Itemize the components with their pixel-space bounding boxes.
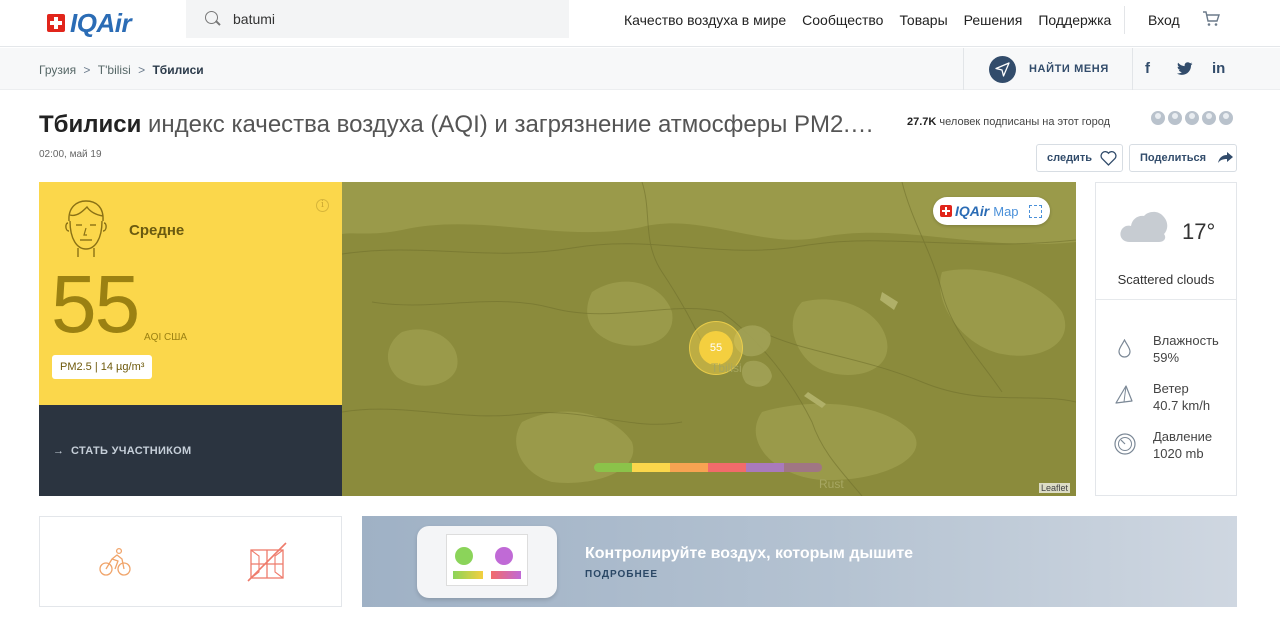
- avatar: [1150, 110, 1166, 126]
- weather-condition: Scattered clouds: [1117, 272, 1215, 287]
- become-contributor-label: СТАТЬ УЧАСТНИКОМ: [71, 445, 192, 457]
- swiss-flag-icon: [47, 14, 65, 32]
- aqi-card: Средне i 55 AQI США PM2.5 | 14 µg/m³: [39, 182, 342, 405]
- air-quality-map[interactable]: IQAir Map 55 Tbilisi Rust Leaflet: [342, 182, 1076, 496]
- humidity-value: 59%: [1153, 350, 1180, 365]
- pollutant-badge: PM2.5 | 14 µg/m³: [52, 355, 153, 379]
- info-icon[interactable]: i: [316, 199, 329, 212]
- follow-button[interactable]: следить: [1036, 144, 1123, 172]
- share-arrow-icon: [1218, 152, 1234, 163]
- avatar: [1167, 110, 1183, 126]
- humidity-label: Влажность: [1153, 333, 1219, 348]
- location-arrow-icon: [989, 55, 1016, 83]
- login-link[interactable]: Вход: [1148, 12, 1180, 28]
- wind-direction-icon: [1115, 385, 1133, 404]
- learn-more-link[interactable]: ПОДРОБНЕЕ: [585, 569, 658, 580]
- aqi-status: Средне: [129, 222, 185, 239]
- humidity-drop-icon: [1118, 339, 1131, 358]
- air-monitor-image: [417, 526, 557, 598]
- menu-item-community[interactable]: Сообщество: [802, 12, 883, 28]
- menu-item-world-air-quality[interactable]: Качество воздуха в мире: [624, 12, 786, 28]
- search-icon: [205, 11, 221, 27]
- find-me-button[interactable]: НАЙТИ МЕНЯ: [963, 48, 1133, 90]
- map-brand-suffix: Map: [993, 203, 1019, 219]
- leaflet-attribution[interactable]: Leaflet: [1039, 483, 1071, 493]
- become-contributor-link[interactable]: → СТАТЬ УЧАСТНИКОМ: [53, 445, 192, 457]
- weather-divider: [1096, 299, 1236, 300]
- breadcrumb-region[interactable]: T'bilisi: [98, 63, 131, 77]
- swiss-flag-icon: [940, 205, 952, 217]
- aqi-color-scale: [594, 463, 822, 472]
- aqi-scale-segment: [708, 463, 746, 472]
- main-menu: Качество воздуха в мире Сообщество Товар…: [624, 0, 1127, 40]
- followers-count: 27.7K человек подписаны на этот город: [907, 116, 1110, 128]
- weather-panel: 17° Scattered clouds Влажность 59% Ветер…: [1095, 182, 1237, 496]
- top-navigation: IQAir Качество воздуха в мире Сообщество…: [0, 0, 1280, 47]
- linkedin-icon[interactable]: in: [1212, 60, 1225, 77]
- facebook-icon[interactable]: f: [1145, 60, 1150, 77]
- aqi-scale-segment: [632, 463, 670, 472]
- avatar: [1184, 110, 1200, 126]
- map-city-label: Tbilisi: [711, 361, 742, 375]
- menu-item-support[interactable]: Поддержка: [1038, 12, 1111, 28]
- find-me-label: НАЙТИ МЕНЯ: [1029, 63, 1109, 75]
- search-box[interactable]: [186, 0, 569, 38]
- menu-item-products[interactable]: Товары: [899, 12, 947, 28]
- share-button[interactable]: Поделиться: [1129, 144, 1237, 172]
- monitor-screen: [446, 534, 528, 586]
- iqair-logo[interactable]: IQAir: [47, 7, 132, 38]
- promo-banner[interactable]: Контролируйте воздух, которым дышите ПОД…: [362, 516, 1237, 607]
- follower-avatars: [1150, 110, 1235, 126]
- pressure-value: 1020 mb: [1153, 446, 1204, 461]
- map-brand: IQAir: [955, 203, 990, 219]
- cloud-icon: [1118, 210, 1170, 244]
- page-title: Тбилиси индекс качества воздуха (AQI) и …: [39, 111, 881, 139]
- close-windows-icon[interactable]: [246, 541, 288, 583]
- health-recommendations: [39, 516, 342, 607]
- iqair-map-badge[interactable]: IQAir Map: [933, 197, 1050, 225]
- aqi-map-marker[interactable]: 55: [699, 331, 733, 365]
- page-title-rest: индекс качества воздуха (AQI) и загрязне…: [141, 111, 881, 138]
- aqi-scale-segment: [594, 463, 632, 472]
- wind-value: 40.7 km/h: [1153, 398, 1211, 413]
- face-icon: [63, 199, 109, 259]
- cycling-icon[interactable]: [99, 547, 131, 577]
- followers-text: человек подписаны на этот город: [939, 116, 1111, 128]
- heart-icon: [1100, 150, 1117, 166]
- promo-title: Контролируйте воздух, которым дышите: [585, 545, 914, 562]
- followers-number: 27.7K: [907, 116, 937, 128]
- pressure-label: Давление: [1153, 429, 1213, 444]
- wind-label: Ветер: [1153, 381, 1189, 396]
- aqi-scale-segment: [746, 463, 784, 472]
- avatar: [1218, 110, 1234, 126]
- breadcrumb-separator: >: [138, 63, 146, 77]
- twitter-icon[interactable]: [1177, 62, 1193, 76]
- aqi-scale-segment: [670, 463, 708, 472]
- breadcrumb: Грузия > T'bilisi > Тбилиси: [39, 63, 208, 77]
- aqi-scale-segment: [784, 463, 822, 472]
- share-label: Поделиться: [1140, 152, 1207, 164]
- logo-text: IQAir: [70, 7, 132, 38]
- aqi-unit: AQI США: [144, 332, 188, 343]
- menu-item-solutions[interactable]: Решения: [964, 12, 1023, 28]
- cart-icon[interactable]: [1202, 11, 1220, 27]
- breadcrumb-country[interactable]: Грузия: [39, 63, 76, 77]
- avatar: [1201, 110, 1217, 126]
- breadcrumb-city: Тбилиси: [152, 63, 204, 77]
- page-title-city: Тбилиси: [39, 111, 142, 138]
- nav-divider: [1124, 6, 1125, 34]
- update-timestamp: 02:00, май 19: [39, 149, 102, 160]
- pressure-gauge-icon: [1114, 433, 1136, 455]
- temperature: 17°: [1182, 219, 1216, 244]
- follow-label: следить: [1047, 152, 1092, 164]
- search-input[interactable]: [233, 11, 553, 27]
- map-place-label: Rust: [819, 477, 844, 491]
- join-panel: → СТАТЬ УЧАСТНИКОМ: [39, 405, 342, 496]
- fullscreen-icon[interactable]: [1028, 204, 1042, 218]
- aqi-value: 55: [51, 259, 140, 350]
- breadcrumb-separator: >: [83, 63, 91, 77]
